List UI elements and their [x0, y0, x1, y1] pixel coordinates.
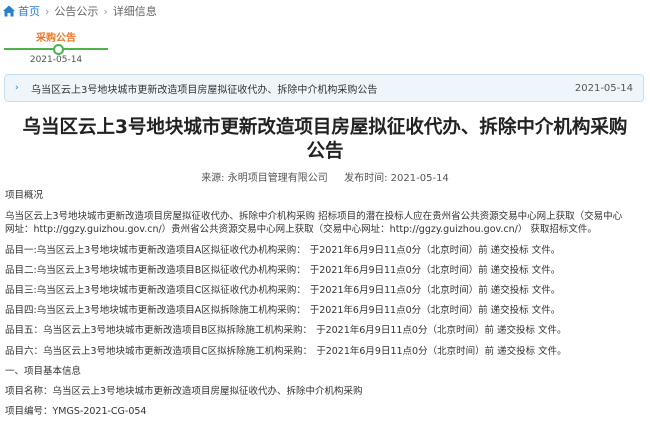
- item-deadline: 于2021年6月9日11点0分（北京时间）前 递交投标 文件。: [309, 305, 561, 316]
- item-deadline: 于2021年6月9日11点0分（北京时间）前 递交投标 文件。: [309, 245, 561, 256]
- list-item: 品目四:乌当区云上3号地块城市更新改造项目A区拟拆除施工机构采购： 于2021年6…: [5, 304, 560, 318]
- section-heading-basic-info: 一、项目基本信息: [5, 366, 82, 377]
- notice-date: 2021-05-14: [574, 82, 633, 94]
- breadcrumb-separator: ›: [45, 4, 50, 18]
- item-deadline: 于2021年6月9日11点0分（北京时间）前 递交投标 文件。: [316, 325, 567, 336]
- page-title: 乌当区云上3号地块城市更新改造项目房屋拟征收代办、拆除中介机构采购 公告: [0, 116, 650, 164]
- article-publish-time: 发布时间: 2021-05-14: [344, 173, 449, 184]
- item-deadline: 于2021年6月9日11点0分（北京时间）前 递交投标 文件。: [309, 285, 561, 296]
- page-title-line1: 乌当区云上3号地块城市更新改造项目房屋拟征收代办、拆除中介机构采购: [22, 117, 628, 138]
- article-source: 来源: 永明项目管理有限公司: [201, 173, 328, 184]
- procurement-progress: 采购公告 2021-05-14: [0, 26, 120, 66]
- list-item: 品目六：乌当区云上3号地块城市更新改造项目C区拟拆除施工机构采购： 于2021年6…: [5, 345, 567, 359]
- item-deadline: 于2021年6月9日11点0分（北京时间）前 递交投标 文件。: [316, 346, 567, 357]
- item-label: 品目四:乌当区云上3号地块城市更新改造项目A区拟拆除施工机构采购：: [5, 305, 306, 316]
- project-code: 项目编号：YMGS-2021-CG-054: [5, 406, 147, 417]
- progress-step-label[interactable]: 采购公告: [0, 29, 112, 44]
- breadcrumb-home-link[interactable]: 首页: [18, 3, 40, 19]
- item-label: 品目二:乌当区云上3号地块城市更新改造项目B区拟征收代办机构采购：: [5, 265, 306, 276]
- item-label: 品目一:乌当区云上3号地块城市更新改造项目A区拟征收代办机构采购：: [5, 245, 306, 256]
- breadcrumb-item-announcements[interactable]: 公告公示: [54, 3, 98, 19]
- notice-bar[interactable]: › 乌当区云上3号地块城市更新改造项目房屋拟征收代办、拆除中介机构采购公告 20…: [4, 74, 644, 102]
- article-meta: 来源: 永明项目管理有限公司 发布时间: 2021-05-14: [0, 169, 650, 184]
- breadcrumb-item-details: 详细信息: [112, 5, 157, 18]
- page-title-line2: 公告: [306, 141, 344, 162]
- breadcrumb: 首页 › 公告公示 › 详细信息: [0, 0, 650, 22]
- item-deadline: 于2021年6月9日11点0分（北京时间）前 递交投标 文件。: [309, 265, 561, 276]
- section-heading-overview: 项目概况: [5, 190, 44, 201]
- list-item: 品目一:乌当区云上3号地块城市更新改造项目A区拟征收代办机构采购： 于2021年6…: [5, 244, 560, 258]
- project-name: 项目名称：乌当区云上3号地块城市更新改造项目房屋拟征收代办、拆除中介机构采购: [5, 386, 363, 397]
- chevron-right-icon: ›: [15, 83, 19, 93]
- item-label: 品目六：乌当区云上3号地块城市更新改造项目C区拟拆除施工机构采购：: [5, 346, 313, 357]
- overview-paragraph-line2: 网址：http://ggzy.guizhou.gov.cn/）贵州省公共资源交易…: [5, 224, 597, 235]
- overview-paragraph-line1: 乌当区云上3号地块城市更新改造项目房屋拟征收代办、拆除中介机构采购 招标项目的潜…: [5, 211, 623, 222]
- notice-title-link[interactable]: 乌当区云上3号地块城市更新改造项目房屋拟征收代办、拆除中介机构采购公告: [31, 81, 575, 96]
- list-item: 品目二:乌当区云上3号地块城市更新改造项目B区拟征收代办机构采购： 于2021年6…: [5, 264, 560, 278]
- progress-step-date: 2021-05-14: [29, 55, 83, 65]
- home-icon[interactable]: [2, 4, 16, 18]
- list-item: 品目三:乌当区云上3号地块城市更新改造项目C区拟征收代办机构采购： 于2021年6…: [5, 284, 560, 298]
- list-item: 品目五：乌当区云上3号地块城市更新改造项目B区拟拆除施工机构采购： 于2021年6…: [5, 324, 567, 338]
- item-label: 品目五：乌当区云上3号地块城市更新改造项目B区拟拆除施工机构采购：: [5, 325, 313, 336]
- breadcrumb-separator: ›: [103, 4, 108, 18]
- item-label: 品目三:乌当区云上3号地块城市更新改造项目C区拟征收代办机构采购：: [5, 285, 306, 296]
- progress-step-dot[interactable]: [53, 44, 64, 55]
